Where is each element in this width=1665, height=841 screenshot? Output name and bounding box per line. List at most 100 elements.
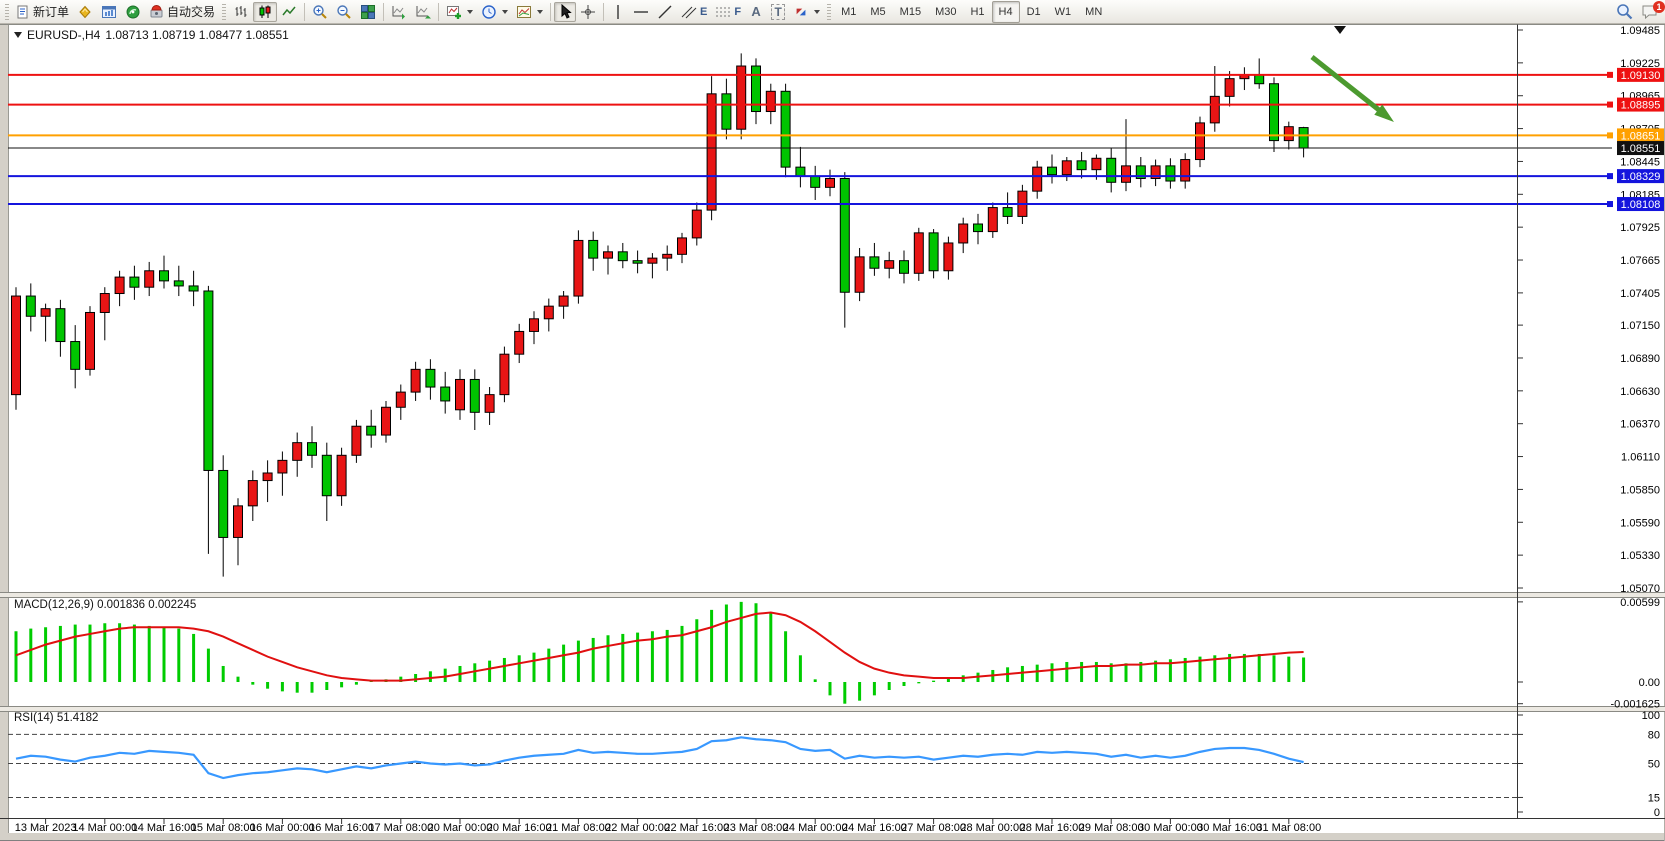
price-label-text: 1.08551 bbox=[1621, 143, 1661, 155]
chart-canvas[interactable]: 1.094851.092251.089651.087051.084451.081… bbox=[0, 0, 1665, 841]
tf-button-m15[interactable]: M15 bbox=[893, 1, 928, 23]
indicators-icon bbox=[446, 4, 462, 20]
candle-chart-mode-button[interactable] bbox=[253, 2, 277, 22]
time-tick-label[interactable]: 24 Mar 00:00 bbox=[783, 822, 848, 834]
cursor-tool-button[interactable] bbox=[554, 2, 576, 22]
rsi-tick-label: 80 bbox=[1648, 729, 1660, 741]
time-tick-label[interactable]: 28 Mar 00:00 bbox=[960, 822, 1025, 834]
time-tick-label[interactable]: 21 Mar 08:00 bbox=[546, 822, 611, 834]
channel-tool-button[interactable]: E bbox=[677, 2, 711, 22]
tf-button-h4[interactable]: H4 bbox=[992, 1, 1020, 23]
candle-body bbox=[160, 271, 169, 281]
hline-anchor[interactable] bbox=[1607, 173, 1613, 179]
line-chart-mode-button[interactable] bbox=[277, 2, 301, 22]
tf-button-m30[interactable]: M30 bbox=[928, 1, 963, 23]
candle-body bbox=[1225, 79, 1234, 97]
new-order-button[interactable]: 新订单 bbox=[12, 2, 73, 22]
chart-menu-triangle-icon[interactable] bbox=[14, 32, 22, 38]
candle-body bbox=[648, 258, 657, 263]
time-tick-label[interactable]: 14 Mar 00:00 bbox=[72, 822, 137, 834]
candle-body bbox=[145, 271, 154, 287]
chart-shift-icon bbox=[415, 4, 431, 20]
periods-button[interactable] bbox=[477, 2, 512, 22]
gold-seal-icon bbox=[77, 4, 93, 20]
candle-body bbox=[1092, 158, 1101, 169]
indicators-button[interactable] bbox=[442, 2, 477, 22]
hline-anchor[interactable] bbox=[1607, 132, 1613, 138]
time-tick-label[interactable]: 14 Mar 16:00 bbox=[132, 822, 197, 834]
candle-body bbox=[974, 224, 983, 232]
fibonacci-tool-button[interactable]: F bbox=[711, 2, 745, 22]
time-tick-label[interactable]: 23 Mar 08:00 bbox=[724, 822, 789, 834]
templates-button[interactable] bbox=[512, 2, 547, 22]
tf-button-h1[interactable]: H1 bbox=[963, 1, 991, 23]
hline-anchor[interactable] bbox=[1607, 72, 1613, 78]
bar-chart-mode-button[interactable] bbox=[229, 2, 253, 22]
arrows-tool-button[interactable] bbox=[789, 2, 824, 22]
time-tick-label[interactable]: 15 Mar 08:00 bbox=[191, 822, 256, 834]
time-tick-label[interactable]: 29 Mar 08:00 bbox=[1079, 822, 1144, 834]
vertical-line-tool-button[interactable] bbox=[607, 2, 629, 22]
chart-ohlc-values: 1.08713 1.08719 1.08477 1.08551 bbox=[105, 28, 289, 42]
time-tick-label[interactable]: 16 Mar 16:00 bbox=[309, 822, 374, 834]
tf-button-m5[interactable]: M5 bbox=[863, 1, 892, 23]
time-tick-label[interactable]: 28 Mar 16:00 bbox=[1020, 822, 1085, 834]
chart-list-button[interactable] bbox=[97, 2, 121, 22]
market-watch-button[interactable] bbox=[73, 2, 97, 22]
toolbar-grip[interactable] bbox=[222, 4, 226, 20]
macd-tick-label: -0.001625 bbox=[1610, 699, 1660, 711]
time-tick-label[interactable]: 31 Mar 08:00 bbox=[1256, 822, 1321, 834]
time-tick-label[interactable]: 16 Mar 00:00 bbox=[250, 822, 315, 834]
signal-button[interactable] bbox=[121, 2, 145, 22]
time-tick-label[interactable]: 17 Mar 08:00 bbox=[368, 822, 433, 834]
chart-shift-button[interactable] bbox=[411, 2, 435, 22]
zoom-in-button[interactable] bbox=[308, 2, 332, 22]
tf-button-mn[interactable]: MN bbox=[1078, 1, 1109, 23]
price-tick-label: 1.09485 bbox=[1620, 25, 1660, 37]
time-tick-label[interactable]: 30 Mar 00:00 bbox=[1138, 822, 1203, 834]
hline-anchor[interactable] bbox=[1607, 102, 1613, 108]
time-tick-label[interactable]: 20 Mar 16:00 bbox=[487, 822, 552, 834]
autotrade-button[interactable]: 自动交易 bbox=[145, 2, 219, 22]
price-label-text: 1.09130 bbox=[1621, 70, 1661, 82]
time-tick-label[interactable]: 27 Mar 08:00 bbox=[901, 822, 966, 834]
time-tick-label[interactable]: 13 Mar 2023 bbox=[15, 822, 77, 834]
candle-body bbox=[100, 294, 109, 313]
time-tick-label[interactable]: 24 Mar 16:00 bbox=[842, 822, 907, 834]
dropdown-caret-icon bbox=[814, 10, 820, 14]
hline-anchor[interactable] bbox=[1607, 201, 1613, 207]
panel-separator[interactable] bbox=[0, 707, 1665, 711]
candle-body bbox=[396, 392, 405, 407]
time-tick-label[interactable]: 22 Mar 00:00 bbox=[605, 822, 670, 834]
trendline-tool-button[interactable] bbox=[653, 2, 677, 22]
candle bbox=[86, 306, 95, 376]
toolbar: 新订单 自动交易 bbox=[0, 0, 1665, 24]
time-tick-label[interactable]: 22 Mar 16:00 bbox=[664, 822, 729, 834]
toolbar-grip[interactable] bbox=[5, 4, 9, 20]
candle-body bbox=[530, 319, 539, 332]
crosshair-tool-button[interactable] bbox=[576, 2, 600, 22]
price-label-text: 1.08329 bbox=[1621, 171, 1661, 183]
text-tool-button[interactable]: A bbox=[745, 2, 767, 22]
notifications-button[interactable]: 1 bbox=[1637, 2, 1663, 22]
candle-body bbox=[352, 426, 361, 455]
time-tick-label[interactable]: 20 Mar 00:00 bbox=[428, 822, 493, 834]
notification-badge: 1 bbox=[1653, 1, 1665, 13]
tf-button-w1[interactable]: W1 bbox=[1048, 1, 1079, 23]
tf-button-m1[interactable]: M1 bbox=[834, 1, 863, 23]
zoom-out-button[interactable] bbox=[332, 2, 356, 22]
text-label-tool-button[interactable]: T bbox=[767, 2, 789, 22]
search-button[interactable] bbox=[1612, 2, 1637, 22]
toolbar-grip[interactable] bbox=[827, 4, 831, 20]
time-tick-label[interactable]: 30 Mar 16:00 bbox=[1197, 822, 1262, 834]
candle-body bbox=[574, 240, 583, 296]
candle-body bbox=[870, 257, 879, 268]
new-order-label: 新订单 bbox=[33, 3, 69, 20]
tile-windows-button[interactable] bbox=[356, 2, 380, 22]
tf-button-d1[interactable]: D1 bbox=[1020, 1, 1048, 23]
auto-scroll-button[interactable] bbox=[387, 2, 411, 22]
dropdown-caret-icon bbox=[537, 10, 543, 14]
panel-separator[interactable] bbox=[0, 593, 1665, 597]
arrows-icon bbox=[793, 4, 809, 20]
horizontal-line-tool-button[interactable] bbox=[629, 2, 653, 22]
